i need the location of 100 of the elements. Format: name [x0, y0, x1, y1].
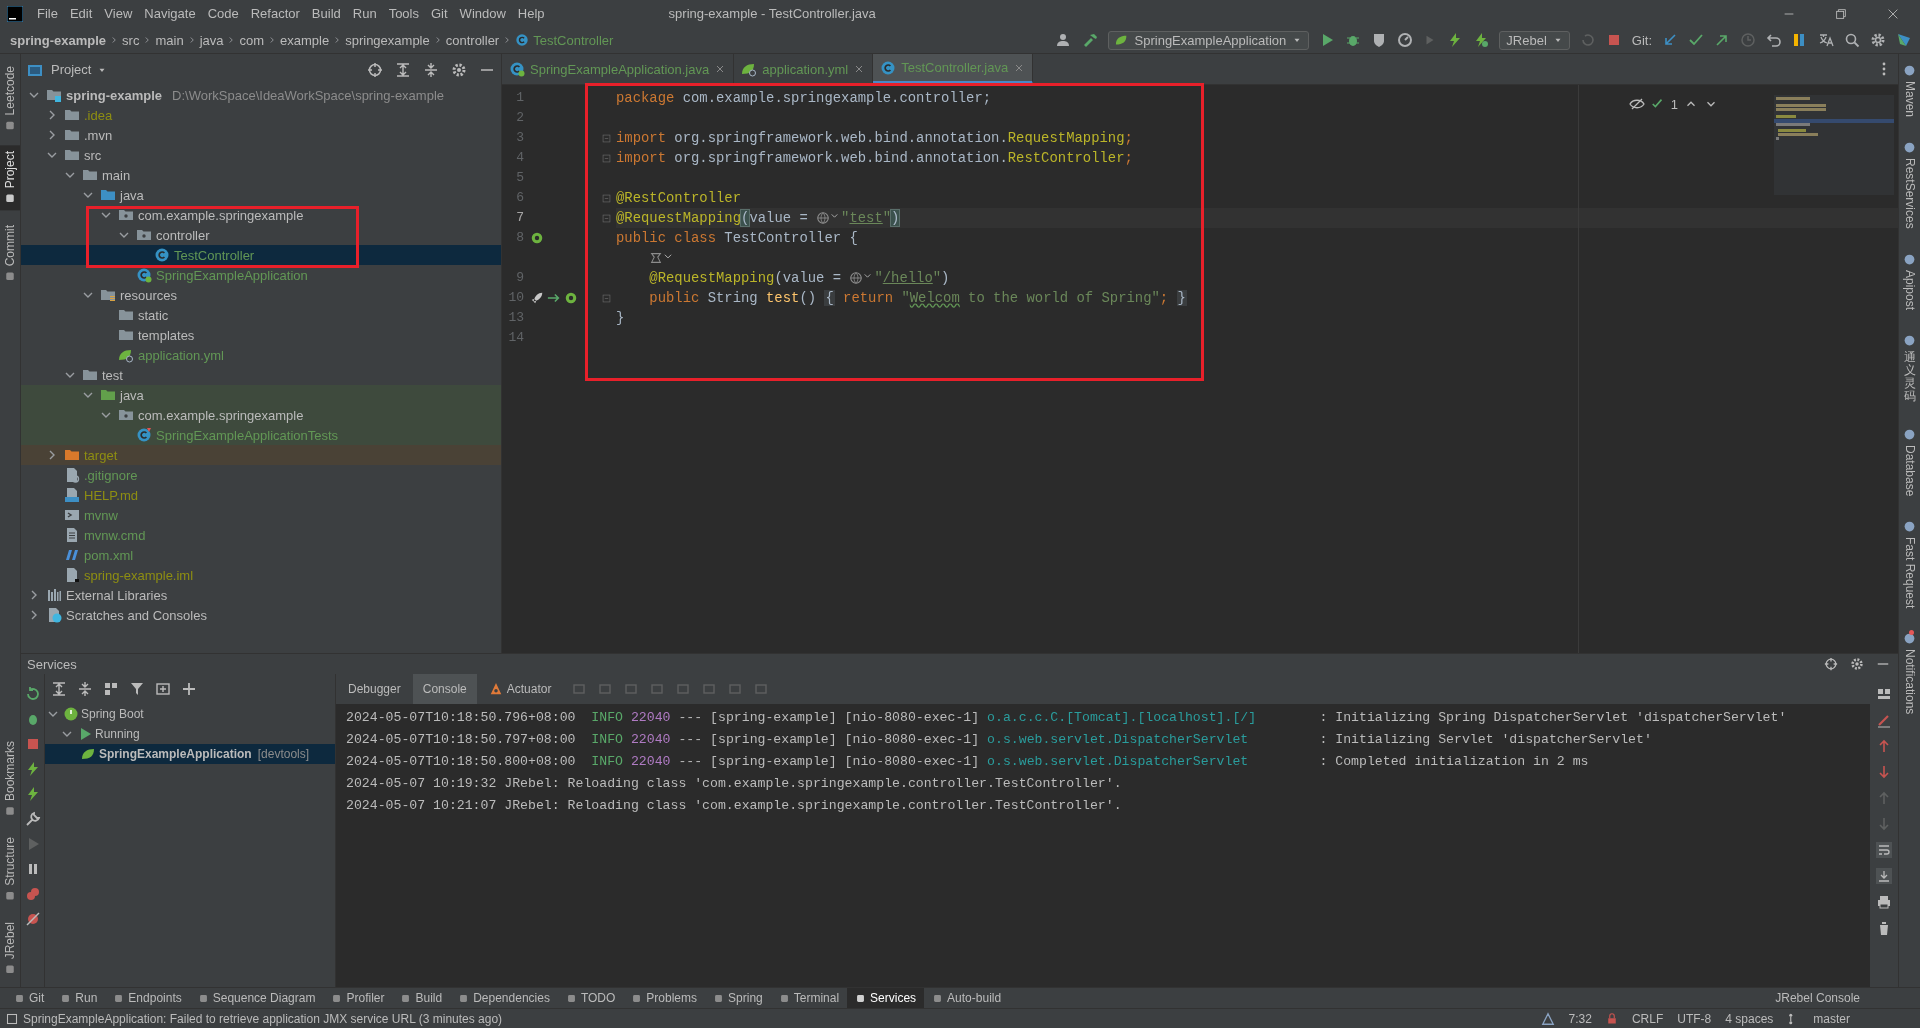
undo-icon[interactable]	[1766, 32, 1782, 48]
settings-icon[interactable]	[1850, 657, 1864, 671]
tree-item[interactable]: External Libraries	[21, 585, 501, 605]
tool-window-tab[interactable]: Commit	[0, 218, 20, 289]
lock-icon[interactable]	[1605, 1012, 1618, 1025]
menu-item[interactable]: Build	[305, 3, 347, 24]
collapse-all-icon[interactable]	[77, 681, 93, 697]
view-dropdown[interactable]: Project	[51, 62, 108, 77]
restore-icon[interactable]	[1834, 6, 1848, 21]
breadcrumb-item[interactable]: springexample	[345, 32, 430, 48]
tool-window-tab[interactable]: Notifications	[1899, 626, 1920, 721]
menu-item[interactable]: Help	[511, 3, 551, 24]
tree-item[interactable]: resources	[21, 285, 501, 305]
tree-item[interactable]: controller	[21, 225, 501, 245]
add-icon[interactable]	[181, 681, 197, 697]
gauge-icon[interactable]	[1397, 32, 1414, 48]
editor-tab[interactable]: SpringExampleApplication.java	[502, 54, 735, 84]
settings-icon[interactable]	[451, 61, 467, 78]
tool-window-tab[interactable]: Bookmarks	[0, 734, 20, 823]
tree-item[interactable]: main	[21, 165, 501, 185]
tool-window-tab[interactable]: Auto-build	[924, 988, 1010, 1008]
tree-item[interactable]: SpringExampleApplication [devtools]	[45, 744, 335, 764]
fold-marker-icon[interactable]	[600, 292, 612, 304]
tool-window-tab[interactable]: Run	[52, 988, 106, 1008]
menu-item[interactable]: View	[98, 3, 139, 24]
tool-window-tab[interactable]: Fast Request	[1899, 513, 1920, 615]
status-item[interactable]: CRLF	[1631, 1011, 1664, 1026]
settings-icon[interactable]	[1870, 32, 1886, 48]
tool-window-tab[interactable]: Project	[0, 145, 20, 211]
tool-window-tab[interactable]: Services	[847, 988, 925, 1008]
breadcrumb-item[interactable]: controller	[445, 32, 500, 48]
expand-all-icon[interactable]	[395, 61, 411, 78]
menu-item[interactable]: File	[31, 3, 64, 24]
tool-window-tab[interactable]: JRebel Console	[1767, 988, 1920, 1008]
group-icon[interactable]	[103, 681, 119, 697]
tree-item[interactable]: Scratches and Consoles	[21, 605, 501, 625]
tool-window-tab[interactable]: Apipost	[1899, 246, 1920, 316]
tree-item[interactable]: static	[21, 305, 501, 325]
locate-icon[interactable]	[367, 61, 383, 78]
status-item[interactable]: 7:32	[1568, 1011, 1592, 1026]
run-configuration-dropdown[interactable]: SpringExampleApplication	[1107, 30, 1310, 50]
tab[interactable]: Actuator	[478, 674, 562, 704]
jrebel-dropdown[interactable]: JRebel	[1499, 30, 1570, 50]
tool-window-tab[interactable]: TODO	[557, 988, 624, 1008]
pencil-icon[interactable]	[1876, 712, 1892, 728]
menu-item[interactable]: Code	[201, 3, 245, 24]
tree-item[interactable]: Spring Boot	[45, 704, 335, 724]
tool-window-tab[interactable]: Problems	[623, 988, 706, 1008]
locate-icon[interactable]	[1824, 657, 1838, 671]
status-item[interactable]: UTF-8	[1677, 1011, 1712, 1026]
menu-item[interactable]: Git	[425, 3, 454, 24]
wrap-icon[interactable]	[1876, 842, 1892, 858]
breadcrumb-item[interactable]: main	[155, 32, 184, 48]
tree-item[interactable]: pom.xml	[21, 545, 501, 565]
bean-icon[interactable]	[564, 291, 578, 305]
tool-window-tab[interactable]: Sequence Diagram	[189, 988, 324, 1008]
tool-window-tab[interactable]: Spring	[705, 988, 771, 1008]
tree-item[interactable]: java	[21, 385, 501, 405]
menu-item[interactable]: Run	[346, 3, 383, 24]
arrow-icon[interactable]	[547, 291, 561, 305]
menu-item[interactable]: Window	[453, 3, 512, 24]
bean-icon[interactable]	[530, 231, 544, 245]
tree-item[interactable]: src	[21, 145, 501, 165]
collapse-all-icon[interactable]	[423, 61, 439, 78]
tree-item[interactable]: .mvn	[21, 125, 501, 145]
layout-icon[interactable]	[1876, 686, 1892, 702]
inspection-count[interactable]: 1	[1670, 96, 1678, 112]
menu-item[interactable]: Navigate	[138, 3, 202, 24]
tool-window-tab[interactable]: Build	[392, 988, 451, 1008]
expand-all-icon[interactable]	[51, 681, 67, 697]
wrench-icon[interactable]	[24, 811, 41, 827]
translate-icon[interactable]	[1818, 32, 1834, 48]
tree-item[interactable]: HELP.md	[21, 485, 501, 505]
check-icon[interactable]	[1688, 32, 1704, 48]
menu-item[interactable]: Tools	[382, 3, 425, 24]
breadcrumb-item[interactable]: src	[122, 32, 140, 48]
tree-item[interactable]: com.example.springexample	[21, 405, 501, 425]
globe-icon[interactable]	[849, 271, 864, 286]
fold-marker-icon[interactable]	[600, 132, 612, 144]
tree-item[interactable]: com.example.springexample	[21, 205, 501, 225]
fold-marker-icon[interactable]	[600, 152, 612, 164]
tree-item[interactable]: mvnw	[21, 505, 501, 525]
rerun-icon[interactable]	[24, 686, 41, 702]
tree-item[interactable]: .gitignore	[21, 465, 501, 485]
tree-item[interactable]: spring-example.iml	[21, 565, 501, 585]
breakpoints-icon[interactable]	[24, 886, 41, 902]
tree-item[interactable]: Running	[45, 724, 335, 744]
tree-item[interactable]: test	[21, 365, 501, 385]
tool-window-tab[interactable]: Leetcode	[0, 60, 20, 138]
tool-window-tab[interactable]: JRebel	[0, 915, 20, 981]
scroll-end-icon[interactable]	[1876, 868, 1892, 884]
arrow-down-icon[interactable]	[1876, 764, 1892, 780]
user-icon[interactable]	[1055, 32, 1072, 48]
breadcrumb-item[interactable]: TestController	[533, 32, 614, 48]
mute-breakpoints-icon[interactable]	[24, 911, 41, 927]
lightning-icon[interactable]	[1473, 32, 1490, 48]
breadcrumb-item[interactable]: example	[280, 32, 330, 48]
tool-window-tab[interactable]: 通义灵码	[1899, 327, 1920, 410]
status-item[interactable]: master	[1813, 1011, 1850, 1026]
tree-item[interactable]: SpringExampleApplication	[21, 265, 501, 285]
